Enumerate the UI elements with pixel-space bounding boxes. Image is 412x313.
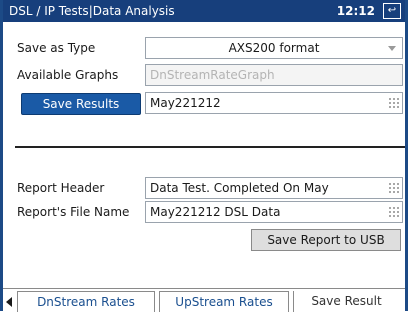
save-as-type-dropdown[interactable]: AXS200 format <box>145 37 403 59</box>
save-results-button[interactable]: Save Results <box>21 93 141 115</box>
tab-upstream-rates[interactable]: UpStream Rates <box>159 291 289 312</box>
report-header-input[interactable]: Data Test. Completed On May <box>145 177 403 199</box>
report-header-label: Report Header <box>17 181 105 195</box>
report-filename-label: Report's File Name <box>17 205 130 219</box>
tab-save-result[interactable]: Save Result <box>293 291 399 312</box>
save-report-usb-button[interactable]: Save Report to USB <box>251 229 401 251</box>
window-title: DSL / IP Tests|Data Analysis <box>9 4 175 18</box>
save-results-filename-input[interactable]: May221212 <box>145 92 403 114</box>
save-as-type-label: Save as Type <box>17 41 96 55</box>
report-filename-input[interactable]: May221212 DSL Data <box>145 201 403 223</box>
clock: 12:12 <box>336 4 375 18</box>
keyboard-grip-icon[interactable] <box>389 207 399 217</box>
section-divider <box>15 146 405 148</box>
exit-icon[interactable]: ↩ <box>383 3 401 19</box>
save-as-type-value: AXS200 format <box>228 41 320 55</box>
title-bar: DSL / IP Tests|Data Analysis 12:12 ↩ <box>3 0 405 22</box>
chevron-down-icon <box>388 46 396 51</box>
keyboard-grip-icon[interactable] <box>389 183 399 193</box>
tab-dnstream-rates[interactable]: DnStream Rates <box>17 291 155 312</box>
available-graphs-label: Available Graphs <box>17 68 119 82</box>
app-window: DSL / IP Tests|Data Analysis 12:12 ↩ Sav… <box>0 0 408 312</box>
tab-bar: DnStream Rates UpStream Rates Save Resul… <box>3 288 405 312</box>
save-results-filename-value: May221212 <box>150 96 221 110</box>
available-graphs-field: DnStreamRateGraph <box>145 64 403 86</box>
report-header-value: Data Test. Completed On May <box>150 181 329 195</box>
keyboard-grip-icon[interactable] <box>389 98 399 108</box>
report-filename-value: May221212 DSL Data <box>150 205 281 219</box>
chevron-left-icon[interactable] <box>6 297 12 307</box>
available-graphs-value: DnStreamRateGraph <box>150 68 275 82</box>
